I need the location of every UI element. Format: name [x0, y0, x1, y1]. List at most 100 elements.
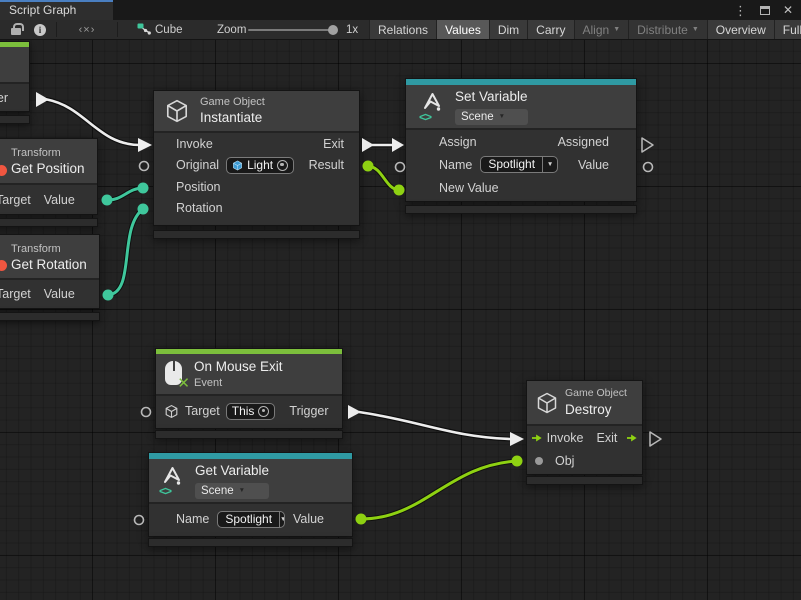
code-preview-button[interactable]: ‹×› [66, 20, 108, 39]
kebab-menu-icon[interactable]: ⋮ [734, 4, 747, 17]
node-set-variable[interactable]: <> Set Variable Scene ▼ Assign Assigned … [405, 78, 637, 202]
assign-row: Assign Assigned [406, 130, 636, 153]
trigger-label: Trigger [289, 404, 328, 418]
wire-shadow [361, 461, 517, 519]
wire-arrowhead [392, 138, 404, 152]
result-port-dot[interactable] [363, 161, 374, 172]
mouse-slit [173, 361, 175, 371]
transform-icon [0, 165, 7, 176]
dim-button[interactable]: Dim [489, 20, 527, 39]
align-dropdown[interactable]: Align ▼ [574, 20, 629, 39]
target-input-port[interactable] [142, 408, 151, 417]
tab-script-graph[interactable]: Script Graph [0, 0, 113, 20]
caret-down-icon[interactable]: ▼ [279, 512, 285, 527]
script-graph-window: Script Graph ⋮ ✕ i ‹×› Cub [0, 0, 801, 600]
object-picker-icon[interactable] [277, 160, 288, 171]
graph-canvas[interactable]: Trigger Transform Get Position Target Va… [0, 40, 801, 600]
gameobject-cube-icon [535, 391, 559, 415]
graph-icon [137, 23, 151, 36]
trigger-port-triangle[interactable] [348, 405, 361, 419]
original-object-field[interactable]: Light [226, 157, 294, 174]
carry-button[interactable]: Carry [527, 20, 573, 39]
value-output-port[interactable] [644, 163, 653, 172]
invoke-label: Invoke [176, 137, 213, 151]
variable-scope-dropdown[interactable]: Scene ▼ [195, 483, 269, 499]
value-label: Value [44, 287, 75, 301]
original-result-row: Original Light Result [154, 155, 359, 177]
node-category: Game Object [565, 387, 627, 401]
node-footer [148, 538, 353, 547]
node-footer [153, 230, 360, 239]
assigned-output-port[interactable] [642, 138, 653, 152]
node-header: Transform Get Position [0, 139, 97, 185]
overview-button[interactable]: Overview [707, 20, 774, 39]
node-get-position[interactable]: Transform Get Position Target Value [0, 138, 98, 215]
variable-name-dropdown[interactable]: Spotlight ▼ [480, 156, 558, 173]
green-x-icon: ✕ [177, 376, 190, 391]
node-get-variable[interactable]: <> Get Variable Scene ▼ Name Spotlight ▼… [148, 452, 353, 537]
name-input-port[interactable] [396, 163, 405, 172]
variable-name-value: Spotlight [481, 157, 542, 172]
target-object-field[interactable]: This [226, 403, 276, 420]
lock-button[interactable] [6, 20, 26, 39]
node-on-mouse-exit[interactable]: ✕ On Mouse Exit Event Target This Trigge… [155, 348, 343, 429]
wire-value-to-obj[interactable] [361, 461, 517, 519]
wire-arrowhead [138, 138, 152, 152]
wire-rotation[interactable] [108, 209, 143, 295]
exit-output-port[interactable] [650, 432, 661, 446]
value-port-dot[interactable] [102, 195, 113, 206]
node-cut-event[interactable]: Trigger [0, 41, 30, 112]
node-header [0, 47, 29, 84]
wire-trigger-to-destroy[interactable] [359, 412, 510, 439]
value-port-dot[interactable] [356, 514, 367, 525]
original-input-port[interactable] [140, 162, 149, 171]
exit-label: Exit [323, 137, 344, 151]
wire-result-to-newvalue[interactable] [368, 166, 399, 190]
close-icon[interactable]: ✕ [783, 4, 793, 16]
wire-position[interactable] [107, 188, 143, 200]
node-footer [0, 115, 30, 124]
name-label: Name [176, 512, 209, 526]
values-button[interactable]: Values [436, 20, 489, 39]
transform-icon [0, 260, 7, 271]
gameobject-cube-icon [164, 98, 190, 124]
value-port-dot[interactable] [103, 290, 114, 301]
graph-breadcrumb[interactable]: Cube [155, 20, 183, 39]
distribute-dropdown[interactable]: Distribute ▼ [628, 20, 707, 39]
obj-label: Obj [555, 454, 574, 468]
caret-down-icon[interactable]: ▼ [542, 157, 557, 172]
exit-port-triangle[interactable] [362, 138, 374, 152]
caret-down-icon: ▼ [613, 26, 620, 33]
relations-button[interactable]: Relations [369, 20, 436, 39]
invoke-label: Invoke [547, 431, 584, 445]
flow-source-triangle[interactable] [36, 92, 49, 107]
maximize-icon[interactable] [760, 6, 770, 15]
node-instantiate[interactable]: Game Object Instantiate Invoke Exit Orig… [153, 90, 360, 226]
node-footer [155, 430, 343, 439]
node-get-rotation[interactable]: Transform Get Rotation Target Value [0, 234, 100, 309]
name-input-port[interactable] [135, 516, 144, 525]
trigger-label: Trigger [0, 91, 8, 105]
rotation-port-dot[interactable] [138, 204, 149, 215]
node-destroy[interactable]: Game Object Destroy Invoke Exit Obj [526, 380, 643, 475]
wire-shadow [107, 188, 143, 200]
position-label: Position [176, 180, 220, 194]
flow-out-arrow-icon [627, 433, 637, 443]
newvalue-port-dot[interactable] [394, 185, 405, 196]
info-button[interactable]: i [30, 20, 50, 39]
node-header: Game Object Instantiate [154, 91, 359, 133]
graph-breadcrumb-icon [136, 20, 152, 39]
position-port-dot[interactable] [138, 183, 149, 194]
node-category: Transform [11, 146, 97, 160]
variable-name-dropdown[interactable]: Spotlight ▼ [217, 511, 285, 528]
node-title: Destroy [565, 401, 627, 419]
fullscreen-button[interactable]: Full Screen [774, 20, 801, 39]
obj-port-dot[interactable] [512, 456, 523, 467]
object-picker-icon[interactable] [258, 406, 269, 417]
ports-row: Target Value [0, 185, 97, 214]
zoom-slider-handle[interactable] [328, 25, 338, 35]
wire-shadow [359, 412, 510, 439]
variable-scope-dropdown[interactable]: Scene ▼ [455, 109, 528, 125]
zoom-slider[interactable] [248, 29, 336, 31]
node-header: ✕ On Mouse Exit Event [156, 354, 342, 396]
